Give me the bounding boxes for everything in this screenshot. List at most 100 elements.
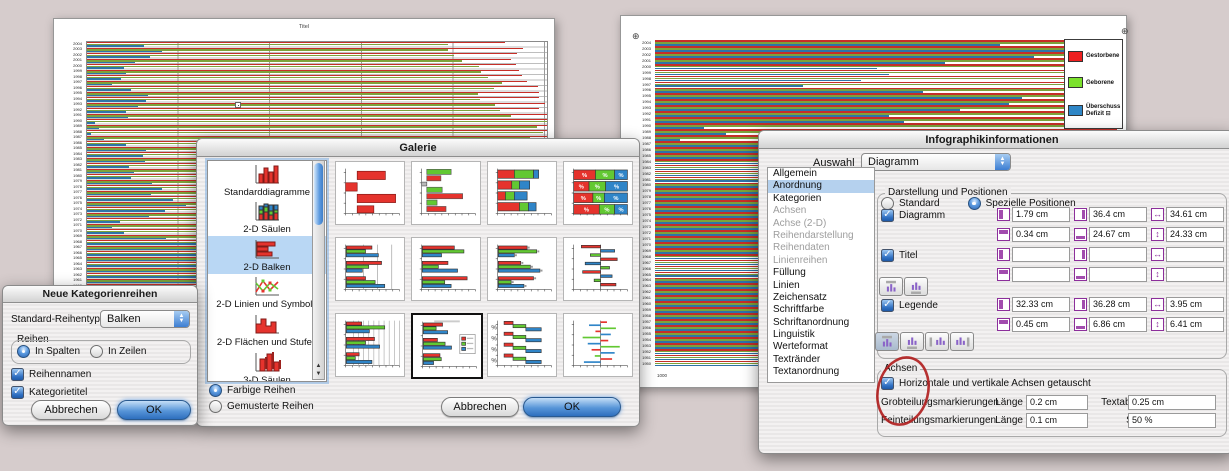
gallery-category-0[interactable]: Standarddiagramme — [208, 161, 326, 199]
gallery-thumb-balken-gruppiert-feingitter[interactable] — [335, 313, 405, 377]
auswahl-popup[interactable]: Diagramm ▲▼ — [861, 153, 1011, 171]
galerie-dialog[interactable]: Galerie Standarddiagramme2-D Säulen2-D B… — [196, 138, 640, 427]
legende-position-field[interactable]: 6.86 cm — [1089, 317, 1147, 332]
mode-radio[interactable] — [968, 197, 981, 210]
cancel-button[interactable]: Abbrechen — [441, 397, 519, 417]
svg-text:%: % — [614, 185, 619, 191]
info-list-item-14[interactable]: Werteformat — [768, 341, 874, 353]
legende-checkbox[interactable] — [881, 299, 894, 312]
second-field[interactable]: 50 % — [1128, 413, 1216, 428]
gallery-thumb-balken-prozent-reihen[interactable]: %%%% — [487, 313, 557, 377]
orientation-radio[interactable] — [17, 345, 30, 358]
chart-type-list[interactable]: Standarddiagramme2-D Säulen2-D Balken2-D… — [207, 160, 327, 382]
legende-position-field[interactable]: 0.45 cm — [1012, 317, 1070, 332]
info-list-item-15[interactable]: Textränder — [768, 354, 874, 366]
title-bottom-button[interactable] — [904, 277, 928, 296]
gallery-thumb-balken-gruppiert-gitter[interactable] — [335, 237, 405, 301]
gallery-category-2[interactable]: 2-D Balken — [208, 236, 326, 274]
gallery-thumb-balken-gruppiert-werte[interactable] — [487, 237, 557, 301]
neue-checkbox[interactable] — [11, 368, 24, 381]
chart-legend[interactable]: GestorbeneGeboreneÜberschussDefizit ⊟ — [1064, 39, 1123, 129]
titel-position-field[interactable] — [1089, 247, 1147, 262]
chart-bar — [87, 77, 488, 78]
legende-position-field[interactable]: 32.33 cm — [1012, 297, 1070, 312]
info-list-item-0[interactable]: Allgemein — [768, 168, 874, 180]
diagramm-position-field[interactable]: 24.33 cm — [1166, 227, 1224, 242]
scroll-up-icon[interactable]: ▲ — [313, 362, 324, 370]
legende-position-field[interactable]: 36.28 cm — [1089, 297, 1147, 312]
legende-position-field[interactable]: 3.95 cm — [1166, 297, 1224, 312]
diagramm-position-field[interactable]: 34.61 cm — [1166, 207, 1224, 222]
titel-checkbox[interactable] — [881, 249, 894, 262]
titel-position-field[interactable] — [1166, 267, 1224, 282]
info-list-item-10[interactable]: Zeichensatz — [768, 292, 874, 304]
series-mode-0-radio[interactable] — [209, 384, 222, 397]
gallery-thumb-balken-zwei-reihen[interactable] — [411, 161, 481, 225]
second-field[interactable]: 0.25 cm — [1128, 395, 1216, 410]
info-list-item-8[interactable]: Füllung — [768, 267, 874, 279]
title-top-button[interactable] — [879, 277, 903, 296]
orientation-option-1: In Zeilen — [90, 345, 146, 358]
gallery-category-1[interactable]: 2-D Säulen — [208, 199, 326, 237]
legende-position-field[interactable]: 6.41 cm — [1166, 317, 1224, 332]
gallery-category-5[interactable]: 3-D Säulen — [208, 349, 326, 382]
neue-titlebar[interactable]: Neue Kategorienreihen — [3, 286, 197, 303]
legend-top-button[interactable] — [875, 332, 899, 351]
gallery-category-3[interactable]: 2-D Linien und Symbole — [208, 274, 326, 312]
info-category-list[interactable]: AllgemeinAnordnungKategorienAchsenAchse … — [767, 167, 875, 383]
ok-button[interactable]: OK — [523, 397, 621, 417]
diagramm-position-field[interactable]: 1.79 cm — [1012, 207, 1070, 222]
gallery-thumb-balken-gruppiert[interactable] — [411, 237, 481, 301]
reihentyp-popup[interactable]: Balken ▲▼ — [100, 310, 190, 328]
gallery-thumb-balken-einfarbig[interactable] — [335, 161, 405, 225]
gallery-thumb-balken-gruppiert-legende[interactable] — [411, 313, 483, 379]
anchor-marker-icon[interactable]: ⊕ — [1121, 27, 1129, 36]
orientation-radio[interactable] — [90, 345, 103, 358]
info-list-item-2[interactable]: Kategorien — [768, 193, 874, 205]
position-icon-legend-bottom — [903, 335, 921, 349]
info-list-item-1[interactable]: Anordnung — [768, 180, 874, 192]
legend-left-button[interactable] — [925, 332, 949, 351]
scroll-down-icon[interactable]: ▼ — [313, 370, 324, 378]
scrollbar-thumb[interactable] — [314, 163, 323, 225]
thumb-art-t8 — [566, 241, 630, 297]
series-mode-1-radio[interactable] — [209, 400, 222, 413]
diagramm-checkbox[interactable] — [881, 209, 894, 222]
titel-position-field[interactable] — [1012, 267, 1070, 282]
gallery-scrollbar[interactable]: ▲ ▼ — [312, 160, 325, 380]
selection-handle-icon[interactable] — [235, 102, 241, 108]
gallery-thumb-balken-gestapelt-prozent[interactable]: %%%%%%%%%%%% — [563, 161, 633, 225]
galerie-titlebar[interactable]: Galerie — [197, 139, 639, 157]
neue-checkbox[interactable] — [11, 386, 24, 399]
titel-position-field[interactable] — [1089, 267, 1147, 282]
diagramm-position-field[interactable]: 0.34 cm — [1012, 227, 1070, 242]
info-titlebar[interactable]: Infographikinformationen — [759, 131, 1229, 149]
info-list-item-3: Achsen — [768, 205, 874, 217]
gallery-thumb-balken-nadeln[interactable] — [563, 313, 633, 377]
popup-stepper-icon: ▲▼ — [995, 154, 1010, 170]
infographik-dialog[interactable]: Infographikinformationen Auswahl Diagram… — [758, 130, 1229, 454]
legend-bottom-button[interactable] — [900, 332, 924, 351]
titel-position-field[interactable] — [1012, 247, 1070, 262]
chart-bar — [655, 125, 1117, 127]
info-list-item-16[interactable]: Textanordnung — [768, 366, 874, 378]
svg-text:%: % — [491, 357, 497, 364]
info-list-item-11[interactable]: Schriftfarbe — [768, 304, 874, 316]
info-list-item-13[interactable]: Linguistik — [768, 329, 874, 341]
cancel-button[interactable]: Abbrechen — [31, 400, 111, 420]
laenge-field[interactable]: 0.2 cm — [1026, 395, 1088, 410]
titel-position-field[interactable] — [1166, 247, 1224, 262]
gallery-thumb-balken-gestapelt[interactable] — [487, 161, 557, 225]
anchor-marker-icon[interactable]: ⊕ — [632, 32, 640, 41]
legend-right-button[interactable] — [950, 332, 974, 351]
info-list-item-9[interactable]: Linien — [768, 280, 874, 292]
ok-button[interactable]: OK — [117, 400, 191, 420]
diagramm-position-field[interactable]: 36.4 cm — [1089, 207, 1147, 222]
svg-text:%: % — [596, 196, 601, 202]
laenge-field[interactable]: 0.1 cm — [1026, 413, 1088, 428]
gallery-category-4[interactable]: 2-D Flächen und Stufen — [208, 311, 326, 349]
info-list-item-12[interactable]: Schriftanordnung — [768, 317, 874, 329]
neue-kategorienreihen-dialog[interactable]: Neue Kategorienreihen Standard-Reihentyp… — [2, 285, 198, 426]
diagramm-position-field[interactable]: 24.67 cm — [1089, 227, 1147, 242]
gallery-thumb-balken-zweiseitig[interactable] — [563, 237, 633, 301]
